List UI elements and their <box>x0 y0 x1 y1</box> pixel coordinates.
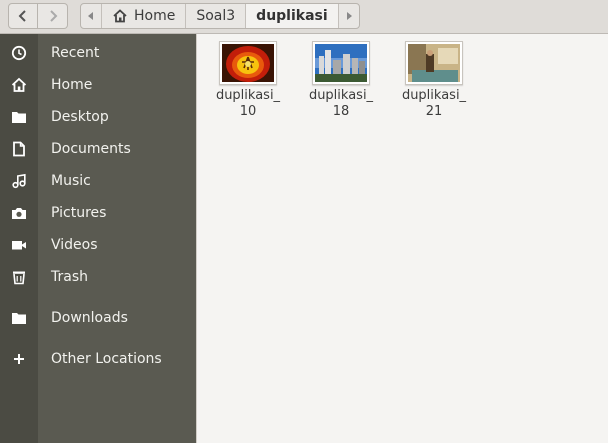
path-segment-soal3[interactable]: Soal3 <box>186 4 247 28</box>
path-segment-home[interactable]: Home <box>102 4 187 28</box>
file-name-line: 21 <box>425 104 443 119</box>
path-segment-label: Soal3 <box>196 8 236 24</box>
triangle-right-icon <box>346 12 352 20</box>
sidebar-item-pictures[interactable]: Pictures <box>0 198 196 228</box>
file-name-line: duplikasi_ <box>215 88 281 103</box>
sidebar-item-documents[interactable]: Documents <box>0 134 196 164</box>
sidebar-item-label: Recent <box>51 45 100 61</box>
home-icon <box>9 75 29 95</box>
sidebar-item-videos[interactable]: Videos <box>0 230 196 260</box>
tulip-image <box>222 44 274 82</box>
header-bar: Home Soal3 duplikasi <box>0 0 608 34</box>
path-segment-label: duplikasi <box>256 8 328 24</box>
file-thumbnail <box>312 41 370 85</box>
triangle-left-icon <box>88 12 93 20</box>
sidebar-item-label: Other Locations <box>51 351 162 367</box>
folder-icon <box>9 107 29 127</box>
file-name-line: 18 <box>332 104 350 119</box>
path-scroll-right-button[interactable] <box>339 4 359 28</box>
sidebar-item-trash[interactable]: Trash <box>0 262 196 292</box>
document-icon <box>9 139 29 159</box>
home-icon <box>113 9 127 23</box>
file-name-line: 10 <box>239 104 257 119</box>
video-icon <box>9 235 29 255</box>
sidebar-item-label: Desktop <box>51 109 109 125</box>
sidebar-item-downloads[interactable]: Downloads <box>0 303 196 333</box>
room-image <box>408 44 460 82</box>
sidebar-item-music[interactable]: Music <box>0 166 196 196</box>
camera-icon <box>9 203 29 223</box>
forward-button[interactable] <box>38 3 68 29</box>
sidebar-item-recent[interactable]: Recent <box>0 38 196 68</box>
breadcrumb: Home Soal3 duplikasi <box>80 3 360 29</box>
sidebar: Recent Home Desktop Documents Music Pict… <box>0 34 196 443</box>
file-thumbnail <box>219 41 277 85</box>
file-item[interactable]: duplikasi_ 10 <box>208 41 288 120</box>
path-scroll-left-button[interactable] <box>81 4 102 28</box>
sidebar-item-label: Videos <box>51 237 98 253</box>
chevron-right-icon <box>49 10 57 22</box>
sidebar-item-desktop[interactable]: Desktop <box>0 102 196 132</box>
file-name-line: duplikasi_ <box>401 88 467 103</box>
file-name: duplikasi_ 18 <box>301 88 381 120</box>
path-segment-label: Home <box>134 8 176 24</box>
file-name: duplikasi_ 21 <box>394 88 474 120</box>
chevron-left-icon <box>18 10 26 22</box>
file-name: duplikasi_ 10 <box>208 88 288 120</box>
trash-icon <box>9 267 29 287</box>
sidebar-item-label: Music <box>51 173 91 189</box>
music-icon <box>9 171 29 191</box>
sidebar-item-label: Home <box>51 77 93 93</box>
file-view[interactable]: duplikasi_ 10 duplikasi_ 18 duplikasi_ 2… <box>196 34 608 443</box>
path-segment-duplikasi[interactable]: duplikasi <box>246 4 339 28</box>
file-item[interactable]: duplikasi_ 21 <box>394 41 474 120</box>
file-name-line: duplikasi_ <box>308 88 374 103</box>
sidebar-item-label: Trash <box>51 269 88 285</box>
sidebar-item-other-locations[interactable]: Other Locations <box>0 344 196 374</box>
sidebar-item-label: Pictures <box>51 205 107 221</box>
sidebar-item-home[interactable]: Home <box>0 70 196 100</box>
file-item[interactable]: duplikasi_ 18 <box>301 41 381 120</box>
plus-icon <box>9 349 29 369</box>
sidebar-item-label: Downloads <box>51 310 128 326</box>
folder-icon <box>9 308 29 328</box>
sidebar-item-label: Documents <box>51 141 131 157</box>
clock-icon <box>9 43 29 63</box>
file-thumbnail <box>405 41 463 85</box>
back-button[interactable] <box>8 3 38 29</box>
city-skyline-image <box>315 44 367 82</box>
